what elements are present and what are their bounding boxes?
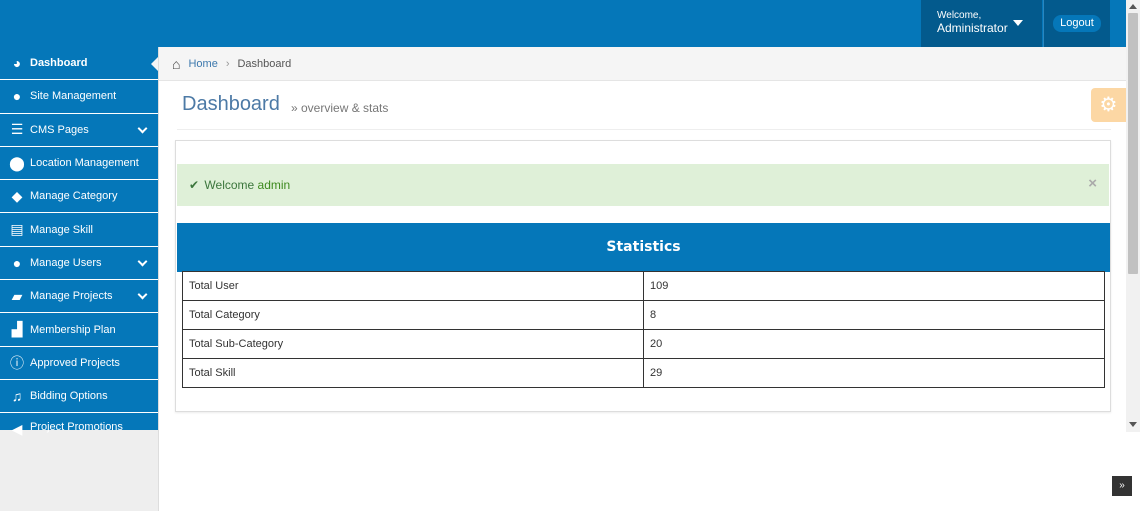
sidebar-item-manage-projects[interactable]: ▰ Manage Projects — [0, 280, 158, 314]
home-icon: ⌂ — [172, 55, 181, 72]
user-icon: ● — [12, 254, 22, 271]
globe-icon: ● — [12, 88, 22, 105]
sidebar-item-bidding-options[interactable]: ♫ Bidding Options — [0, 379, 158, 414]
sidebar-item-membership-plan[interactable]: ▟ Membership Plan — [0, 313, 158, 347]
chevron-down-icon — [137, 256, 148, 267]
info-icon: ⓘ — [10, 354, 24, 371]
sidebar-item-project-promotions[interactable]: ◀ Project Promotions — [0, 413, 158, 437]
stat-label: Total User — [182, 271, 644, 301]
list-alt-icon: ▤ — [10, 221, 24, 238]
alert-user: admin — [257, 178, 291, 192]
table-row: Total Skill 29 — [182, 358, 1105, 388]
welcome-label: Welcome, — [937, 10, 982, 21]
table-row: Total Category 8 — [182, 300, 1105, 330]
stat-value: 109 — [643, 271, 1105, 301]
stat-label: Total Skill — [182, 358, 644, 388]
sidebar-item-label: Project Promotions — [30, 421, 123, 434]
bell-icon: ♫ — [11, 388, 23, 405]
sidebar-item-dashboard[interactable]: ◕ Dashboard — [0, 47, 158, 81]
alert-text: Welcome — [204, 178, 255, 192]
sidebar-item-label: Manage Users — [30, 256, 102, 269]
breadcrumb: ⌂ Home › Dashboard — [159, 47, 1126, 81]
sidebar-item-label: Membership Plan — [30, 323, 116, 336]
sidebar-item-label: Site Management — [30, 90, 117, 103]
sidebar-item-label: Manage Category — [30, 190, 118, 203]
unlock-icon: ▟ — [11, 321, 23, 338]
statistics-heading: Statistics — [177, 223, 1110, 272]
sidebar-item-label: CMS Pages — [30, 123, 89, 136]
sidebar-item-manage-users[interactable]: ● Manage Users — [0, 246, 158, 281]
logout-container: Logout — [1043, 0, 1110, 47]
breadcrumb-home-link[interactable]: Home — [188, 58, 217, 70]
stat-label: Total Category — [182, 300, 644, 330]
stat-label: Total Sub-Category — [182, 329, 644, 359]
page-scrollbar[interactable] — [1126, 0, 1140, 432]
active-arrow-indicator — [151, 56, 158, 72]
sidebar-item-label: Approved Projects — [30, 356, 120, 369]
sidebar-item-site-management[interactable]: ● Site Management — [0, 80, 158, 114]
sidebar-item-location-management[interactable]: ⬤ Location Management — [0, 146, 158, 181]
statistics-table: Total User 109 Total Category 8 Total Su… — [182, 271, 1105, 388]
scroll-up-arrow-icon[interactable] — [1129, 4, 1137, 9]
stat-value: 8 — [643, 300, 1105, 330]
stat-value: 29 — [643, 358, 1105, 388]
settings-gear-button[interactable]: ⚙ — [1091, 88, 1126, 122]
sidebar-item-label: Location Management — [30, 157, 139, 170]
caret-down-icon — [1013, 20, 1023, 26]
table-row: Total Sub-Category 20 — [182, 329, 1105, 359]
welcome-alert: ✔ Welcome admin × — [177, 164, 1109, 206]
bullhorn-icon: ◀ — [11, 421, 23, 438]
sidebar-item-manage-skill[interactable]: ▤ Manage Skill — [0, 213, 158, 247]
sidebar: ◕ Dashboard ● Site Management ☰ CMS Page… — [0, 47, 159, 511]
list-icon: ☰ — [10, 121, 24, 138]
title-divider — [177, 129, 1111, 130]
gear-icon: ⚙ — [1099, 94, 1118, 116]
chevron-right-icon: › — [225, 57, 230, 70]
book-icon: ▰ — [11, 287, 23, 304]
table-row: Total User 109 — [182, 271, 1105, 301]
map-marker-icon: ⬤ — [9, 154, 25, 171]
sidebar-item-label: Dashboard — [30, 57, 88, 70]
scroll-to-top-button[interactable]: » — [1112, 476, 1132, 496]
chevron-down-icon — [137, 123, 148, 134]
double-chevron-up-icon: » — [1119, 480, 1125, 491]
sidebar-item-approved-projects[interactable]: ⓘ Approved Projects — [0, 346, 158, 380]
chevron-down-icon — [137, 289, 148, 300]
logout-button[interactable]: Logout — [1053, 15, 1101, 32]
sidebar-item-label: Bidding Options — [30, 390, 108, 403]
page-title: Dashboard — [182, 93, 280, 115]
dashboard-icon: ◕ — [12, 55, 22, 72]
scrollbar-thumb[interactable] — [1128, 13, 1138, 274]
sidebar-item-label: Manage Skill — [30, 223, 93, 236]
user-name: Administrator — [937, 21, 1008, 35]
page-subtitle: » overview & stats — [291, 101, 389, 115]
close-icon[interactable]: × — [1088, 175, 1097, 192]
user-menu-dropdown[interactable]: Welcome, Administrator — [921, 0, 1042, 47]
sidebar-item-manage-category[interactable]: ◆ Manage Category — [0, 180, 158, 214]
check-icon: ✔ — [189, 178, 200, 192]
scroll-down-arrow-icon[interactable] — [1129, 422, 1137, 427]
breadcrumb-current: Dashboard — [237, 57, 292, 70]
stat-value: 20 — [643, 329, 1105, 359]
sidebar-item-cms-pages[interactable]: ☰ CMS Pages — [0, 113, 158, 147]
top-navbar: Welcome, Administrator Logout — [0, 0, 1126, 47]
dashboard-panel: ✔ Welcome admin × Statistics Total User … — [175, 140, 1111, 412]
tags-icon: ◆ — [11, 187, 23, 204]
sidebar-item-label: Manage Projects — [30, 290, 113, 303]
